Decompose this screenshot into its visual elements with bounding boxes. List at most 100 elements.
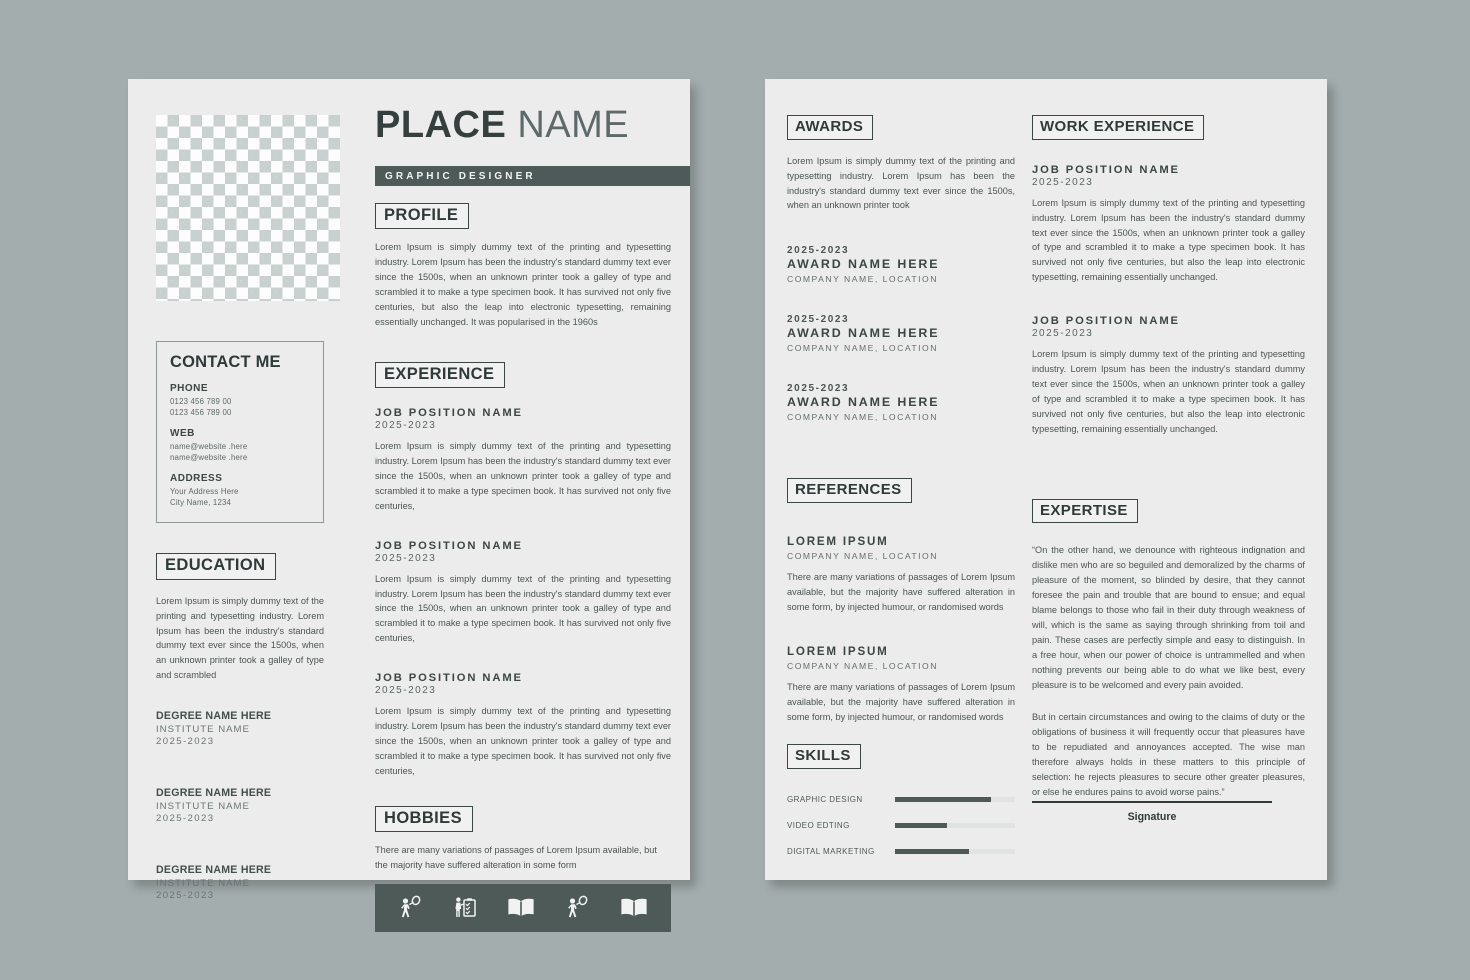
open-book-icon (506, 896, 536, 920)
education-item: DEGREE NAME HERE INSTITUTE NAME 2025-202… (156, 710, 324, 747)
work-experience-text: Lorem Ipsum is simply dummy text of the … (1032, 349, 1305, 434)
experience-item: JOB POSITION NAME 2025-2023 Lorem Ipsum … (375, 672, 671, 779)
skill-label: VIDEO EDTING (787, 820, 850, 830)
contact-value[interactable]: name@website .here (170, 452, 311, 463)
education-institute: INSTITUTE NAME (156, 801, 250, 813)
hobbies-text: There are many variations of passages of… (375, 844, 657, 870)
contact-value[interactable]: 0123 456 789 00 (170, 407, 311, 418)
work-experience-year: 2025-2023 (1032, 328, 1094, 340)
expertise-paragraph-1: “On the other hand, we denounce with rig… (1032, 545, 1305, 690)
tennis-player-icon (397, 895, 423, 921)
section-header-experience: EXPERIENCE (375, 361, 506, 389)
skill-progress-track (895, 848, 1015, 854)
experience-year: 2025-2023 (375, 552, 437, 564)
education-item: DEGREE NAME HERE INSTITUTE NAME 2025-202… (156, 864, 324, 901)
resume-page-1: PLACE NAME GRAPHIC DESIGNER PROFILE Lore… (128, 79, 690, 932)
skill-progress-track (895, 822, 1015, 828)
skill-label: GRAPHIC DESIGN (787, 794, 863, 804)
reference-text: There are many variations of passages of… (787, 681, 1015, 722)
contact-value: City Name, 1234 (170, 498, 232, 508)
experience-title: JOB POSITION NAME (375, 407, 523, 420)
name-header: PLACE NAME (375, 106, 690, 145)
experience-year: 2025-2023 (375, 685, 437, 697)
page1-left-column: CONTACT ME PHONE 0123 456 789 00 0123 45… (156, 341, 324, 901)
contact-group-phone: PHONE 0123 456 789 00 0123 456 789 00 (170, 383, 311, 418)
work-experience-title: JOB POSITION NAME (1032, 315, 1180, 328)
candidate-name: PLACE NAME (375, 106, 690, 145)
page1-right-column: PROFILE Lorem Ipsum is simply dummy text… (375, 203, 671, 932)
expertise-paragraph-2: But in certain circumstances and owing t… (1032, 712, 1305, 797)
education-intro: Lorem Ipsum is simply dummy text of the … (156, 595, 324, 681)
section-header-references: REFERENCES (787, 478, 912, 504)
contact-group-address: ADDRESS Your Address Here City Name, 123… (170, 473, 311, 508)
award-item: 2025-2023 AWARD NAME HERE COMPANY NAME, … (787, 383, 1015, 422)
role-banner: GRAPHIC DESIGNER (375, 166, 690, 186)
page2-right-column: WORK EXPERIENCE JOB POSITION NAME 2025-2… (1032, 115, 1305, 800)
section-header-work-experience: WORK EXPERIENCE (1032, 115, 1205, 140)
experience-text: Lorem Ipsum is simply dummy text of the … (375, 441, 671, 511)
contact-box: CONTACT ME PHONE 0123 456 789 00 0123 45… (156, 341, 324, 524)
contact-value[interactable]: name@website .here (170, 441, 311, 452)
contact-label: WEB (170, 428, 195, 440)
award-item: 2025-2023 AWARD NAME HERE COMPANY NAME, … (787, 314, 1015, 353)
photo-placeholder[interactable] (156, 115, 340, 301)
experience-text: Lorem Ipsum is simply dummy text of the … (375, 706, 671, 776)
award-name: AWARD NAME HERE (787, 395, 940, 410)
reference-company: COMPANY NAME, LOCATION (787, 660, 938, 671)
skill-progress-fill (895, 796, 991, 802)
experience-item: JOB POSITION NAME 2025-2023 Lorem Ipsum … (375, 540, 671, 647)
experience-text: Lorem Ipsum is simply dummy text of the … (375, 573, 671, 644)
signature-block: Signature (1032, 801, 1272, 823)
reference-item: LOREM IPSUM COMPANY NAME, LOCATION There… (787, 645, 1015, 725)
skill-progress-fill (895, 848, 970, 854)
skill-label: DIGITAL MARKETING (787, 846, 875, 856)
education-degree: DEGREE NAME HERE (156, 864, 272, 877)
contact-group-web: WEB name@website .here name@website .her… (170, 428, 311, 463)
contact-heading: CONTACT ME (170, 353, 281, 371)
resume-page-2: AWARDS Lorem Ipsum is simply dummy text … (765, 79, 1327, 880)
signature-label: Signature (1127, 811, 1177, 823)
education-institute: INSTITUTE NAME (156, 724, 250, 736)
signature-line (1032, 801, 1272, 803)
reference-item: LOREM IPSUM COMPANY NAME, LOCATION There… (787, 535, 1015, 615)
award-company: COMPANY NAME, LOCATION (787, 412, 938, 423)
reference-company: COMPANY NAME, LOCATION (787, 551, 938, 562)
contact-value: Your Address Here (170, 487, 239, 497)
award-year: 2025-2023 (787, 383, 850, 395)
contact-label: ADDRESS (170, 473, 223, 485)
work-experience-item: JOB POSITION NAME 2025-2023 Lorem Ipsum … (1032, 315, 1305, 436)
work-experience-item: JOB POSITION NAME 2025-2023 Lorem Ipsum … (1032, 164, 1305, 285)
education-year: 2025-2023 (156, 890, 215, 902)
experience-title: JOB POSITION NAME (375, 539, 523, 552)
skills-section: SKILLS GRAPHIC DESIGN VIDEO EDTING DIGIT… (787, 744, 1015, 856)
contact-value[interactable]: 0123 456 789 00 (170, 396, 311, 407)
open-book-icon (619, 896, 649, 920)
profile-text: Lorem Ipsum is simply dummy text of the … (375, 242, 671, 327)
awards-intro: Lorem Ipsum is simply dummy text of the … (787, 155, 1015, 211)
award-item: 2025-2023 AWARD NAME HERE COMPANY NAME, … (787, 245, 1015, 284)
award-year: 2025-2023 (787, 245, 850, 257)
experience-year: 2025-2023 (375, 420, 437, 432)
tennis-player-icon (564, 895, 590, 921)
award-name: AWARD NAME HERE (787, 257, 940, 272)
work-experience-year: 2025-2023 (1032, 176, 1094, 188)
name-first: PLACE (375, 104, 507, 146)
education-degree: DEGREE NAME HERE (156, 710, 272, 723)
person-checklist-icon (452, 895, 478, 921)
section-header-expertise: EXPERTISE (1032, 498, 1138, 524)
name-last: NAME (517, 104, 630, 146)
education-item: DEGREE NAME HERE INSTITUTE NAME 2025-202… (156, 787, 324, 824)
skill-row: DIGITAL MARKETING (787, 847, 1015, 856)
education-institute: INSTITUTE NAME (156, 878, 250, 890)
skill-row: GRAPHIC DESIGN (787, 795, 1015, 804)
reference-text: There are many variations of passages of… (787, 572, 1015, 612)
education-section: EDUCATION Lorem Ipsum is simply dummy te… (156, 553, 324, 901)
section-header-skills: SKILLS (787, 744, 861, 769)
experience-title: JOB POSITION NAME (375, 672, 523, 685)
experience-item: JOB POSITION NAME 2025-2023 Lorem Ipsum … (375, 407, 671, 514)
award-company: COMPANY NAME, LOCATION (787, 274, 938, 285)
skill-row: VIDEO EDTING (787, 821, 1015, 830)
education-year: 2025-2023 (156, 813, 215, 825)
work-experience-text: Lorem Ipsum is simply dummy text of the … (1032, 197, 1305, 283)
award-year: 2025-2023 (787, 314, 850, 326)
